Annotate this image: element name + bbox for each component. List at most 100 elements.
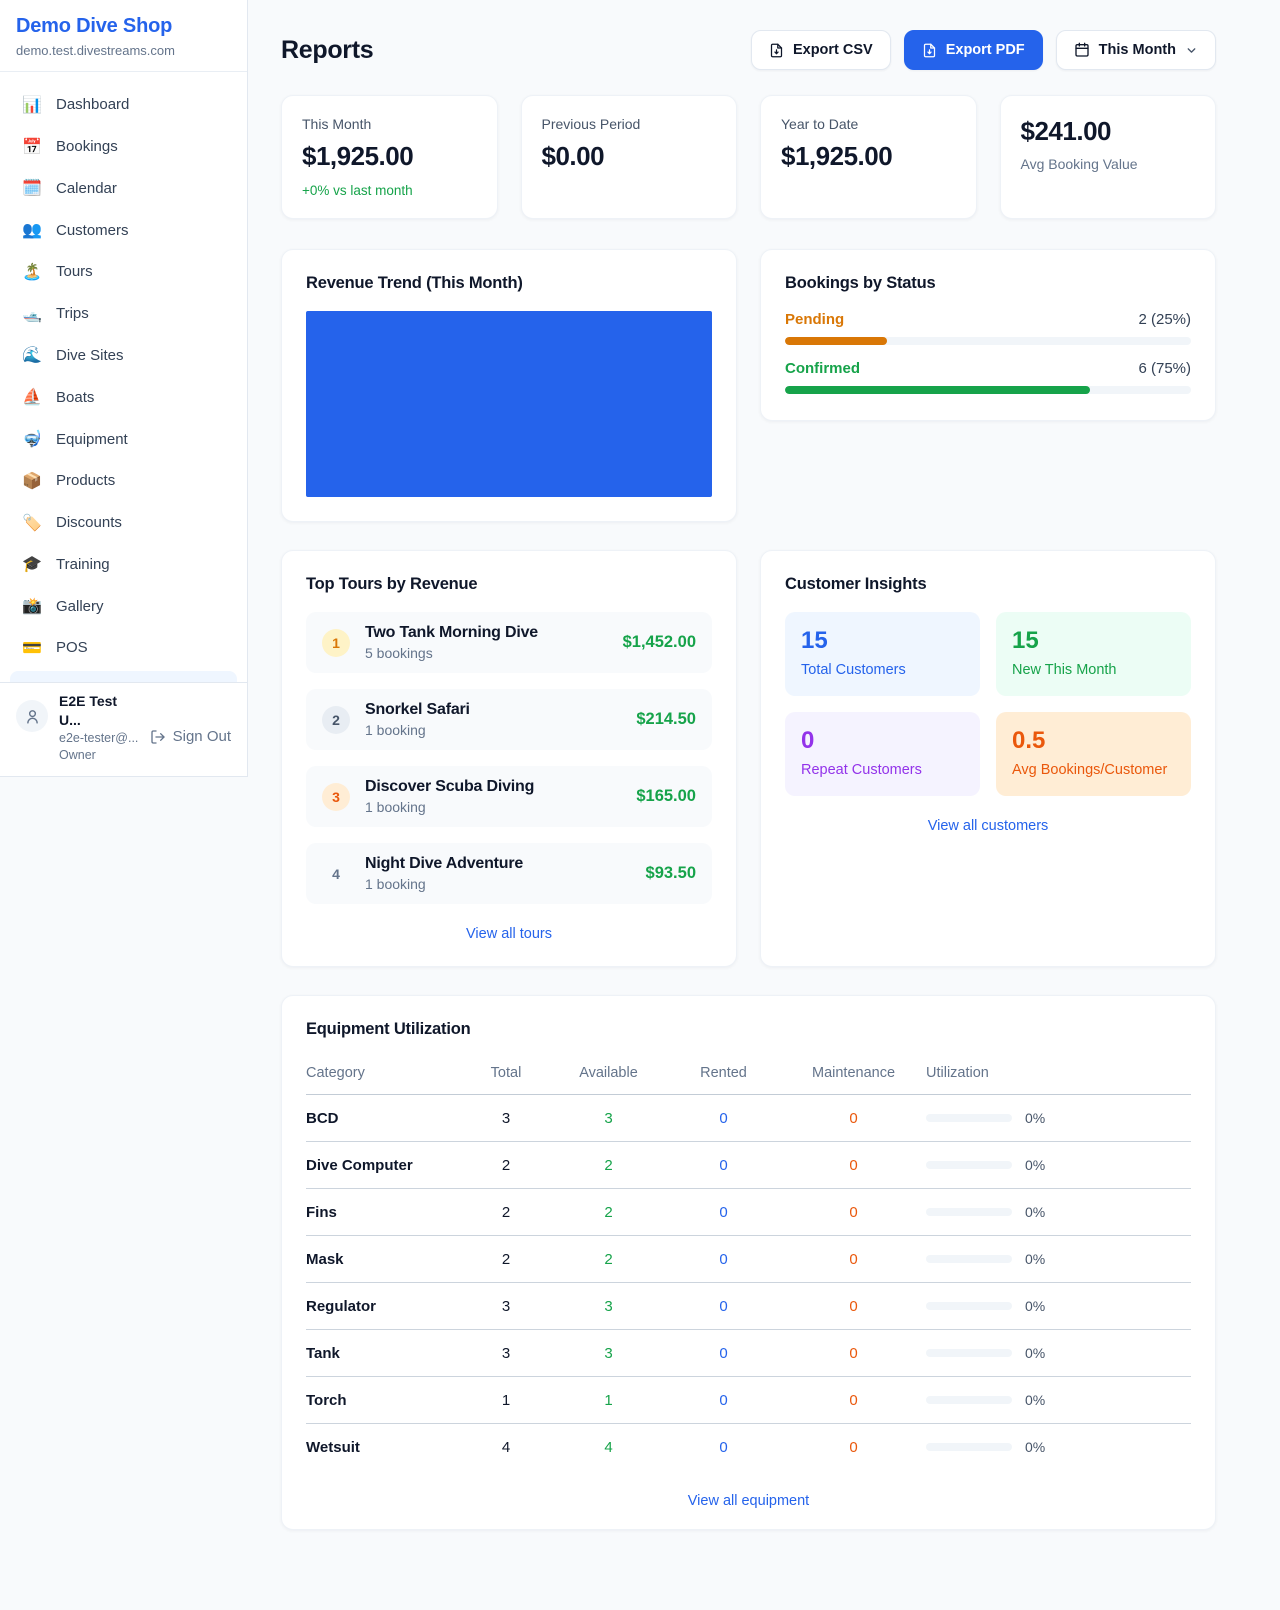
cell-utilization: 0%	[926, 1189, 1191, 1236]
insights-row: Top Tours by Revenue 1 Two Tank Morning …	[281, 550, 1216, 967]
sidebar-item-equipment[interactable]: 🤿 Equipment	[10, 418, 237, 460]
insight-tiles: 15 Total Customers 15 New This Month 0 R…	[785, 612, 1191, 796]
column-header-total: Total	[461, 1057, 551, 1095]
customer-insights-card: Customer Insights 15 Total Customers 15 …	[760, 550, 1216, 967]
tile-value: 0.5	[1012, 727, 1175, 755]
sign-out-button[interactable]: Sign Out	[150, 709, 231, 764]
tour-bookings: 1 booking	[365, 876, 631, 892]
cell-rented: 0	[666, 1283, 781, 1330]
status-count: 6 (75%)	[1138, 360, 1191, 377]
tile-total-customers: 15 Total Customers	[785, 612, 980, 696]
tile-label: Repeat Customers	[801, 762, 964, 778]
sidebar-item-bookings[interactable]: 📅 Bookings	[10, 126, 237, 168]
view-all-tours-link[interactable]: View all tours	[306, 926, 712, 942]
sidebar-item-tours[interactable]: 🏝️ Tours	[10, 251, 237, 293]
tour-name: Discover Scuba Diving	[365, 778, 621, 796]
view-all-equipment-link[interactable]: View all equipment	[306, 1493, 1191, 1509]
tile-new-this-month: 15 New This Month	[996, 612, 1191, 696]
tour-row: 3 Discover Scuba Diving 1 booking $165.0…	[306, 766, 712, 827]
cell-rented: 0	[666, 1330, 781, 1377]
sidebar-item-dive-sites[interactable]: 🌊 Dive Sites	[10, 335, 237, 377]
tour-revenue: $214.50	[636, 710, 696, 729]
sidebar-item-calendar[interactable]: 🗓️ Calendar	[10, 168, 237, 210]
main-content: Reports Export CSV Export PDF This Month…	[248, 0, 1280, 1570]
header-actions: Export CSV Export PDF This Month	[751, 30, 1216, 70]
calendar-icon	[1074, 42, 1090, 58]
cell-category: Fins	[306, 1189, 461, 1236]
cell-available: 3	[551, 1095, 666, 1142]
export-pdf-button[interactable]: Export PDF	[904, 30, 1043, 70]
customers-icon: 👥	[22, 220, 42, 240]
camera-icon: 📸	[22, 596, 42, 616]
tile-value: 15	[1012, 627, 1175, 655]
sidebar-item-label: Gallery	[56, 598, 104, 615]
sidebar-item-label: Bookings	[56, 138, 118, 155]
period-dropdown[interactable]: This Month	[1056, 30, 1216, 70]
status-progress-fill	[785, 337, 887, 345]
tour-bookings: 1 booking	[365, 722, 621, 738]
calendar-icon: 🗓️	[22, 178, 42, 198]
sidebar-item-reports-partial[interactable]	[10, 671, 237, 683]
sidebar-item-products[interactable]: 📦 Products	[10, 460, 237, 502]
column-header-category: Category	[306, 1057, 461, 1095]
sidebar-item-gallery[interactable]: 📸 Gallery	[10, 585, 237, 627]
tour-row: 2 Snorkel Safari 1 booking $214.50	[306, 689, 712, 750]
cell-rented: 0	[666, 1095, 781, 1142]
tile-value: 0	[801, 727, 964, 755]
cell-total: 3	[461, 1330, 551, 1377]
rank-badge: 3	[322, 783, 350, 811]
rank-badge: 4	[322, 860, 350, 888]
view-all-customers-link[interactable]: View all customers	[785, 818, 1191, 834]
stat-label: This Month	[302, 116, 477, 132]
island-icon: 🏝️	[22, 262, 42, 282]
status-count: 2 (25%)	[1138, 311, 1191, 328]
sidebar-item-label: Dive Sites	[56, 347, 124, 364]
status-row-confirmed: Confirmed 6 (75%)	[785, 360, 1191, 394]
sidebar-item-boats[interactable]: ⛵ Boats	[10, 376, 237, 418]
cell-rented: 0	[666, 1377, 781, 1424]
sidebar-item-discounts[interactable]: 🏷️ Discounts	[10, 502, 237, 544]
tour-revenue: $93.50	[646, 864, 696, 883]
revenue-trend-chart	[306, 311, 712, 497]
cell-rented: 0	[666, 1189, 781, 1236]
status-label: Pending	[785, 311, 844, 328]
status-label: Confirmed	[785, 360, 860, 377]
tour-name: Night Dive Adventure	[365, 855, 631, 873]
sign-out-icon	[150, 729, 166, 745]
rank-badge: 1	[322, 629, 350, 657]
sidebar-item-label: Equipment	[56, 431, 128, 448]
sidebar-item-customers[interactable]: 👥 Customers	[10, 209, 237, 251]
table-row: Mask 2 2 0 0 0%	[306, 1236, 1191, 1283]
shop-domain: demo.test.divestreams.com	[16, 43, 231, 58]
sidebar-item-training[interactable]: 🎓 Training	[10, 543, 237, 585]
sidebar-item-label: POS	[56, 639, 88, 656]
top-tours-title: Top Tours by Revenue	[306, 575, 712, 594]
sidebar-item-dashboard[interactable]: 📊 Dashboard	[10, 84, 237, 126]
cell-total: 3	[461, 1095, 551, 1142]
cell-category: Torch	[306, 1377, 461, 1424]
cell-maintenance: 0	[781, 1330, 926, 1377]
cell-available: 3	[551, 1283, 666, 1330]
tour-revenue: $1,452.00	[623, 633, 696, 652]
sidebar-item-trips[interactable]: 🛥️ Trips	[10, 293, 237, 335]
export-csv-button[interactable]: Export CSV	[751, 30, 891, 70]
stat-value: $1,925.00	[781, 141, 956, 172]
cell-utilization: 0%	[926, 1330, 1191, 1377]
cell-available: 2	[551, 1142, 666, 1189]
stat-card-previous-period: Previous Period $0.00	[521, 95, 738, 219]
cell-available: 1	[551, 1377, 666, 1424]
cell-available: 2	[551, 1236, 666, 1283]
user-role: Owner	[59, 747, 139, 764]
tag-icon: 🏷️	[22, 513, 42, 533]
user-name: E2E Test U...	[59, 692, 139, 730]
sidebar-item-label: Trips	[56, 305, 89, 322]
package-icon: 📦	[22, 471, 42, 491]
bookings-by-status-title: Bookings by Status	[785, 274, 1191, 293]
sidebar-item-pos[interactable]: 💳 POS	[10, 627, 237, 669]
period-label: This Month	[1099, 42, 1176, 58]
stat-label: Avg Booking Value	[1021, 156, 1196, 172]
cell-total: 2	[461, 1189, 551, 1236]
chevron-down-icon	[1185, 44, 1198, 57]
table-row: BCD 3 3 0 0 0%	[306, 1095, 1191, 1142]
cell-available: 4	[551, 1424, 666, 1471]
